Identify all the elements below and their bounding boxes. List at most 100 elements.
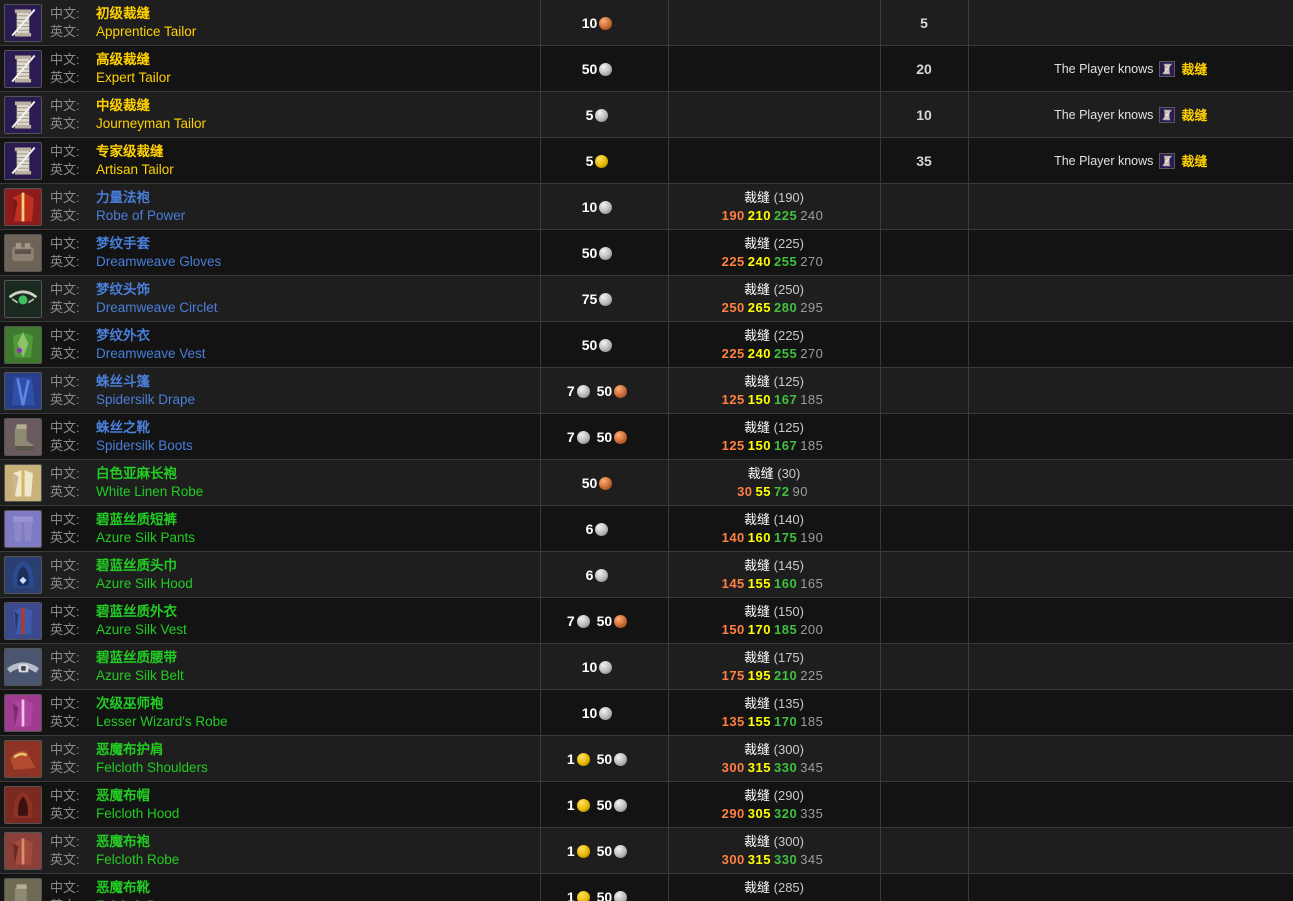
table-row[interactable]: 中文: 恶魔布袍 英文: Felcloth Robe 1 50 裁缝 (300) 300 315… [0, 827, 1293, 874]
item-name-cell[interactable]: 中文: 次级巫师袍 英文: Lesser Wizard's Robe [0, 689, 541, 736]
wizard-robe-icon[interactable] [4, 693, 42, 732]
item-name-cell[interactable]: 中文: 白色亚麻长袍 英文: White Linen Robe [0, 459, 541, 506]
item-name-cell[interactable]: 中文: 恶魔布袍 英文: Felcloth Robe [0, 827, 541, 874]
cloak-icon[interactable] [4, 371, 42, 410]
item-name-cell[interactable]: 中文: 梦纹手套 英文: Dreamweave Gloves [0, 229, 541, 276]
table-row[interactable]: 中文: 碧蓝丝质短裤 英文: Azure Silk Pants 6 裁缝 (140) 140… [0, 505, 1293, 552]
item-name-cn[interactable]: 专家级裁缝 [96, 143, 164, 160]
item-name-en[interactable]: Dreamweave Gloves [96, 253, 221, 270]
item-name-cn[interactable]: 碧蓝丝质外衣 [96, 603, 177, 620]
item-name-cn[interactable]: 梦纹头饰 [96, 281, 150, 298]
item-name-cell[interactable]: 中文: 中级裁缝 英文: Journeyman Tailor [0, 91, 541, 138]
item-name-en[interactable]: Spidersilk Drape [96, 391, 195, 408]
item-name-cell[interactable]: 中文: 专家级裁缝 英文: Artisan Tailor [0, 137, 541, 184]
item-name-cell[interactable]: 中文: 碧蓝丝质短裤 英文: Azure Silk Pants [0, 505, 541, 552]
item-name-cn[interactable]: 碧蓝丝质腰带 [96, 649, 177, 666]
hood-icon[interactable] [4, 555, 42, 594]
item-name-cell[interactable]: 中文: 碧蓝丝质外衣 英文: Azure Silk Vest [0, 597, 541, 644]
boots-icon[interactable] [4, 417, 42, 456]
thread-spool-icon[interactable] [4, 95, 42, 134]
item-name-en[interactable]: Expert Tailor [96, 69, 171, 86]
item-name-cell[interactable]: 中文: 梦纹外衣 英文: Dreamweave Vest [0, 321, 541, 368]
table-row[interactable]: 中文: 次级巫师袍 英文: Lesser Wizard's Robe 10 裁缝 (135… [0, 689, 1293, 736]
item-name-en[interactable]: Felcloth Robe [96, 851, 179, 868]
item-name-cn[interactable]: 白色亚麻长袍 [96, 465, 177, 482]
table-row[interactable]: 中文: 恶魔布帽 英文: Felcloth Hood 1 50 裁缝 (290) 290 305… [0, 781, 1293, 828]
gloves-icon[interactable] [4, 233, 42, 272]
felcloth-hood-icon[interactable] [4, 785, 42, 824]
vest-icon[interactable] [4, 325, 42, 364]
table-row[interactable]: 中文: 力量法袍 英文: Robe of Power 10 裁缝 (190) 190 210 2… [0, 183, 1293, 230]
item-name-en[interactable]: Azure Silk Pants [96, 529, 195, 546]
felcloth-robe-icon[interactable] [4, 831, 42, 870]
table-row[interactable]: 中文: 碧蓝丝质腰带 英文: Azure Silk Belt 10 裁缝 (175) 175… [0, 643, 1293, 690]
item-name-cell[interactable]: 中文: 初级裁缝 英文: Apprentice Tailor [0, 0, 541, 46]
item-name-en[interactable]: Apprentice Tailor [96, 23, 196, 40]
table-row[interactable]: 中文: 蛛丝之靴 英文: Spidersilk Boots 7 50 裁缝 (125) 125… [0, 413, 1293, 460]
item-name-en[interactable]: Felcloth Shoulders [96, 759, 208, 776]
item-name-en[interactable]: Azure Silk Vest [96, 621, 187, 638]
item-name-cn[interactable]: 恶魔布护肩 [96, 741, 164, 758]
table-row[interactable]: 中文: 碧蓝丝质外衣 英文: Azure Silk Vest 7 50 裁缝 (150) 15… [0, 597, 1293, 644]
item-name-en[interactable]: Dreamweave Vest [96, 345, 206, 362]
item-name-cell[interactable]: 中文: 力量法袍 英文: Robe of Power [0, 183, 541, 230]
item-name-en[interactable]: Azure Silk Belt [96, 667, 184, 684]
item-name-cell[interactable]: 中文: 蛛丝斗篷 英文: Spidersilk Drape [0, 367, 541, 414]
item-name-cn[interactable]: 恶魔布帽 [96, 787, 150, 804]
pants-icon[interactable] [4, 509, 42, 548]
item-name-en[interactable]: Spidersilk Boots [96, 437, 193, 454]
item-name-en[interactable]: White Linen Robe [96, 483, 203, 500]
item-name-en[interactable]: Robe of Power [96, 207, 185, 224]
table-row[interactable]: 中文: 恶魔布护肩 英文: Felcloth Shoulders 1 50 裁缝 (300)… [0, 735, 1293, 782]
item-name-cn[interactable]: 力量法袍 [96, 189, 150, 206]
item-name-cell[interactable]: 中文: 碧蓝丝质腰带 英文: Azure Silk Belt [0, 643, 541, 690]
table-row[interactable]: 中文: 白色亚麻长袍 英文: White Linen Robe 50 裁缝 (30) 30 5… [0, 459, 1293, 506]
item-name-cell[interactable]: 中文: 恶魔布护肩 英文: Felcloth Shoulders [0, 735, 541, 782]
item-name-cn[interactable]: 初级裁缝 [96, 5, 150, 22]
item-name-cell[interactable]: 中文: 梦纹头饰 英文: Dreamweave Circlet [0, 275, 541, 322]
felcloth-boots-icon[interactable] [4, 877, 42, 901]
white-robe-icon[interactable] [4, 463, 42, 502]
item-name-en[interactable]: Dreamweave Circlet [96, 299, 218, 316]
item-name-cn[interactable]: 高级裁缝 [96, 51, 150, 68]
item-name-en[interactable]: Felcloth Hood [96, 805, 179, 822]
item-name-en[interactable]: Lesser Wizard's Robe [96, 713, 228, 730]
table-row[interactable]: 中文: 梦纹手套 英文: Dreamweave Gloves 50 裁缝 (225) 225… [0, 229, 1293, 276]
item-name-cn[interactable]: 次级巫师袍 [96, 695, 164, 712]
item-name-en[interactable]: Azure Silk Hood [96, 575, 193, 592]
item-name-en[interactable]: Artisan Tailor [96, 161, 174, 178]
item-name-cell[interactable]: 中文: 蛛丝之靴 英文: Spidersilk Boots [0, 413, 541, 460]
thread-spool-icon[interactable] [4, 3, 42, 42]
item-name-cn[interactable]: 中级裁缝 [96, 97, 150, 114]
item-name-cn[interactable]: 蛛丝斗篷 [96, 373, 150, 390]
item-name-cn[interactable]: 碧蓝丝质短裤 [96, 511, 177, 528]
item-name-cn[interactable]: 恶魔布靴 [96, 879, 150, 896]
table-row[interactable]: 中文: 初级裁缝 英文: Apprentice Tailor 10 5 [0, 0, 1293, 46]
item-name-en[interactable]: Felcloth Boots [96, 897, 182, 901]
table-row[interactable]: 中文: 中级裁缝 英文: Journeyman Tailor 5 10 The Player… [0, 91, 1293, 138]
item-name-cell[interactable]: 中文: 高级裁缝 英文: Expert Tailor [0, 45, 541, 92]
silk-vest-icon[interactable] [4, 601, 42, 640]
table-row[interactable]: 中文:恶魔布靴英文:Felcloth Boots150裁缝 (285)28530… [0, 873, 1293, 901]
shoulders-icon[interactable] [4, 739, 42, 778]
table-row[interactable]: 中文: 梦纹头饰 英文: Dreamweave Circlet 75 裁缝 (250) 25… [0, 275, 1293, 322]
thread-spool-icon[interactable] [4, 141, 42, 180]
thread-spool-icon[interactable] [4, 49, 42, 88]
table-row[interactable]: 中文: 碧蓝丝质头巾 英文: Azure Silk Hood 6 裁缝 (145) 145 1… [0, 551, 1293, 598]
item-name-cell[interactable]: 中文: 恶魔布靴英文:Felcloth Boots [0, 873, 541, 901]
table-row[interactable]: 中文: 蛛丝斗篷 英文: Spidersilk Drape 7 50 裁缝 (125) 125… [0, 367, 1293, 414]
item-name-cn[interactable]: 梦纹手套 [96, 235, 150, 252]
table-row[interactable]: 中文: 梦纹外衣 英文: Dreamweave Vest 50 裁缝 (225) 225 24… [0, 321, 1293, 368]
table-row[interactable]: 中文: 高级裁缝 英文: Expert Tailor 50 20 The Player kn… [0, 45, 1293, 92]
item-name-cn[interactable]: 蛛丝之靴 [96, 419, 150, 436]
item-name-cn[interactable]: 恶魔布袍 [96, 833, 150, 850]
circlet-icon[interactable] [4, 279, 42, 318]
item-name-en[interactable]: Journeyman Tailor [96, 115, 206, 132]
belt-icon[interactable] [4, 647, 42, 686]
item-name-cell[interactable]: 中文: 恶魔布帽 英文: Felcloth Hood [0, 781, 541, 828]
red-robe-icon[interactable] [4, 187, 42, 226]
item-name-cn[interactable]: 碧蓝丝质头巾 [96, 557, 177, 574]
item-name-cn[interactable]: 梦纹外衣 [96, 327, 150, 344]
item-name-cell[interactable]: 中文: 碧蓝丝质头巾 英文: Azure Silk Hood [0, 551, 541, 598]
table-row[interactable]: 中文: 专家级裁缝 英文: Artisan Tailor 5 35 The Player k… [0, 137, 1293, 184]
